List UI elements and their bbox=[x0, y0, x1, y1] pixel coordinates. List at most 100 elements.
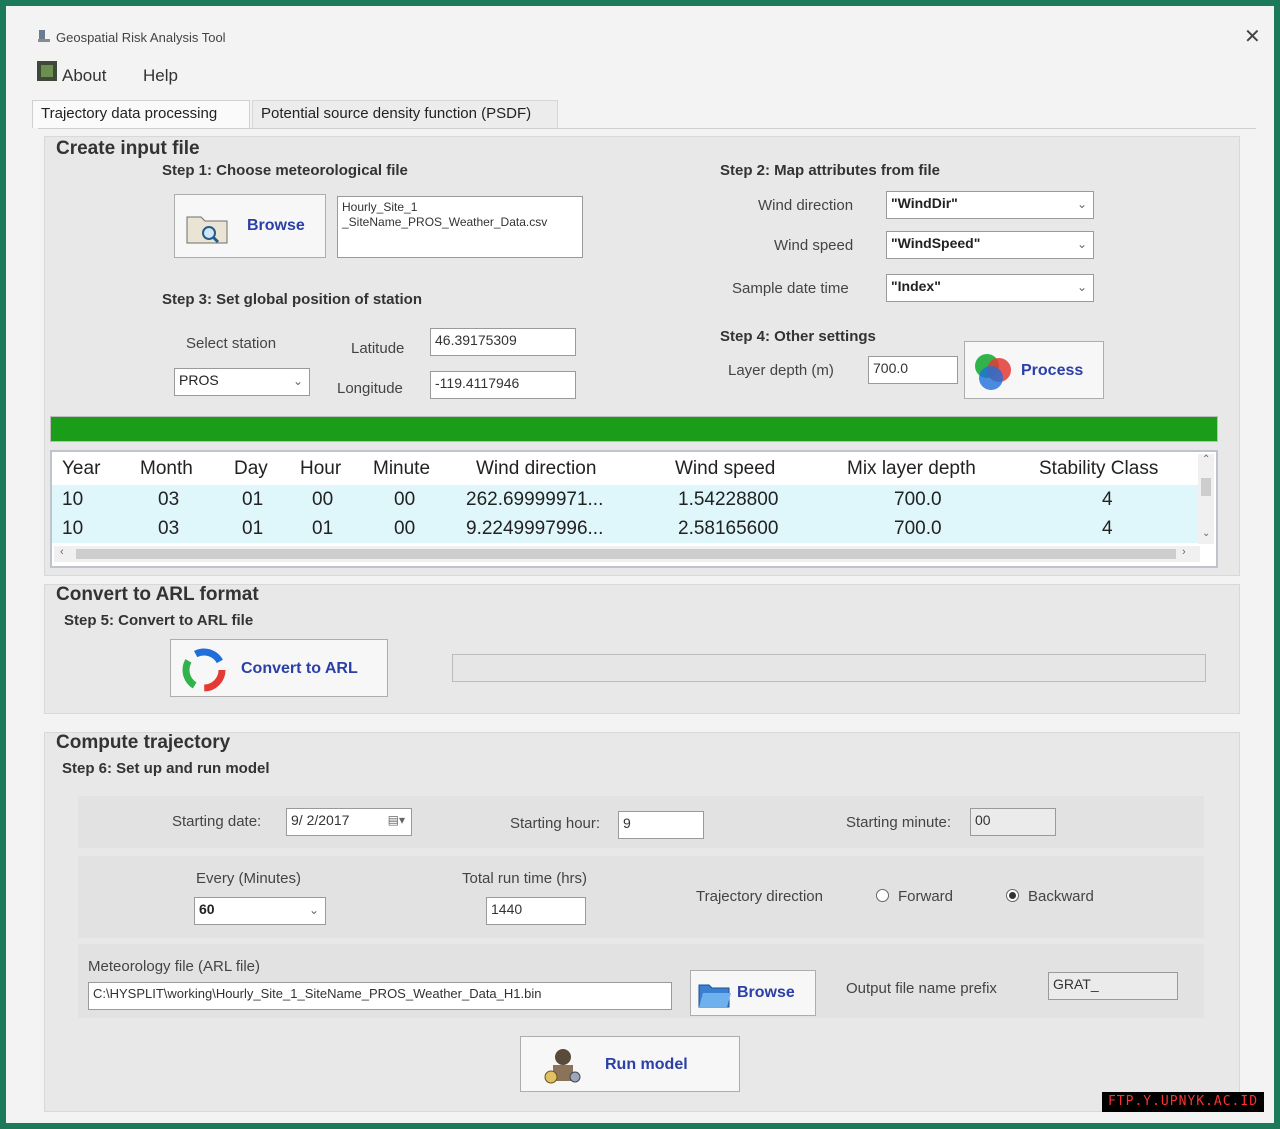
col-wind-direction[interactable]: Wind direction bbox=[476, 458, 596, 480]
cell: 1.54228800 bbox=[678, 489, 779, 510]
col-year[interactable]: Year bbox=[62, 458, 100, 480]
cell: 00 bbox=[394, 489, 416, 510]
cell: 01 bbox=[242, 489, 264, 510]
layer-depth-input[interactable]: 700.0 bbox=[868, 356, 958, 384]
trajectory-direction-label: Trajectory direction bbox=[696, 888, 823, 905]
scroll-right-icon[interactable]: › bbox=[1182, 546, 1186, 558]
create-input-title: Create input file bbox=[56, 138, 200, 159]
col-day[interactable]: Day bbox=[234, 458, 268, 480]
met-arl-input[interactable]: C:\HYSPLIT\working\Hourly_Site_1_SiteNam… bbox=[88, 982, 672, 1010]
start-date-label: Starting date: bbox=[172, 813, 262, 830]
col-wind-speed[interactable]: Wind speed bbox=[675, 458, 775, 480]
grid-vertical-scrollbar[interactable]: ⌃ ⌄ bbox=[1198, 454, 1214, 544]
latitude-input[interactable]: 46.39175309 bbox=[430, 328, 576, 356]
layer-depth-label: Layer depth (m) bbox=[728, 362, 834, 379]
close-icon[interactable]: ✕ bbox=[1244, 24, 1261, 49]
browse-arl-button[interactable]: Browse bbox=[690, 970, 816, 1016]
forward-radio[interactable] bbox=[876, 889, 889, 902]
backward-radio[interactable] bbox=[1006, 889, 1019, 902]
calendar-icon[interactable]: ▤▾ bbox=[388, 813, 405, 827]
scroll-down-icon[interactable]: ⌄ bbox=[1202, 528, 1210, 539]
sample-datetime-select[interactable]: "Index" ⌄ bbox=[886, 274, 1094, 302]
latitude-label: Latitude bbox=[351, 340, 405, 357]
tab-strip-line bbox=[38, 128, 1256, 129]
station-select[interactable]: PROS ⌄ bbox=[174, 368, 310, 396]
wind-direction-select[interactable]: "WindDir" ⌄ bbox=[886, 191, 1094, 219]
met-arl-label: Meteorology file (ARL file) bbox=[88, 958, 261, 975]
chevron-down-icon: ⌄ bbox=[1076, 197, 1087, 211]
step6-title: Step 6: Set up and run model bbox=[62, 760, 270, 777]
arl-progress-bar bbox=[452, 654, 1206, 682]
cell: 00 bbox=[394, 518, 416, 539]
cell: 262.69999971... bbox=[466, 489, 604, 510]
wind-direction-value: "WindDir" bbox=[891, 195, 958, 211]
tab-trajectory[interactable]: Trajectory data processing bbox=[32, 100, 250, 128]
app-icon bbox=[38, 30, 50, 42]
total-run-input[interactable]: 1440 bbox=[486, 897, 586, 925]
scroll-left-icon[interactable]: ‹ bbox=[60, 546, 64, 558]
longitude-label: Longitude bbox=[337, 380, 403, 397]
menu-about[interactable]: About bbox=[62, 66, 106, 86]
scroll-thumb[interactable] bbox=[76, 549, 1176, 559]
convert-arl-button[interactable]: Convert to ARL bbox=[170, 639, 388, 697]
tab-psdf[interactable]: Potential source density function (PSDF) bbox=[252, 100, 558, 128]
chevron-down-icon: ⌄ bbox=[1076, 237, 1087, 251]
menu-help[interactable]: Help bbox=[143, 66, 178, 86]
watermark-label: FTP.Y.UPNYK.AC.ID bbox=[1102, 1092, 1264, 1112]
select-station-label: Select station bbox=[186, 335, 277, 352]
output-prefix-input[interactable]: GRAT_ bbox=[1048, 972, 1178, 1000]
met-file-path[interactable]: Hourly_Site_1 _SiteName_PROS_Weather_Dat… bbox=[337, 196, 583, 258]
every-minutes-select[interactable]: 60 ⌄ bbox=[194, 897, 326, 925]
col-hour[interactable]: Hour bbox=[300, 458, 341, 480]
wind-direction-label: Wind direction bbox=[758, 197, 854, 214]
start-minute-label: Starting minute: bbox=[846, 814, 952, 831]
col-month[interactable]: Month bbox=[140, 458, 193, 480]
table-row[interactable]: 10 03 01 00 00 262.69999971... 1.5422880… bbox=[52, 485, 1198, 514]
step4-title: Step 4: Other settings bbox=[720, 328, 876, 345]
col-minute[interactable]: Minute bbox=[373, 458, 430, 480]
start-minute-input[interactable]: 00 bbox=[970, 808, 1056, 836]
longitude-input[interactable]: -119.4117946 bbox=[430, 371, 576, 399]
cell: 00 bbox=[312, 489, 334, 510]
step3-title: Step 3: Set global position of station bbox=[162, 291, 423, 308]
backward-label[interactable]: Backward bbox=[1028, 888, 1094, 905]
every-minutes-label: Every (Minutes) bbox=[196, 870, 302, 887]
start-date-picker[interactable]: 9/ 2/2017 ▤▾ bbox=[286, 808, 412, 836]
grid-horizontal-scrollbar[interactable]: ‹ › bbox=[54, 546, 1200, 562]
process-button[interactable]: Process bbox=[964, 341, 1104, 399]
step1-title: Step 1: Choose meteorological file bbox=[162, 162, 408, 179]
start-hour-input[interactable]: 9 bbox=[618, 811, 704, 839]
wind-speed-value: "WindSpeed" bbox=[891, 235, 981, 251]
browse-met-button[interactable]: Browse bbox=[174, 194, 326, 258]
col-stability-class[interactable]: Stability Class bbox=[1039, 458, 1158, 480]
cell: 10 bbox=[62, 489, 84, 510]
cell: 9.2249997996... bbox=[466, 518, 604, 539]
cell: 700.0 bbox=[894, 489, 942, 510]
process-progress-fill bbox=[51, 417, 1217, 441]
run-model-button[interactable]: Run model bbox=[520, 1036, 740, 1092]
data-grid[interactable]: Year Month Day Hour Minute Wind directio… bbox=[50, 450, 1218, 568]
wind-speed-select[interactable]: "WindSpeed" ⌄ bbox=[886, 231, 1094, 259]
grid-header: Year Month Day Hour Minute Wind directio… bbox=[52, 454, 1198, 484]
cell: 4 bbox=[1102, 518, 1113, 539]
cell: 2.58165600 bbox=[678, 518, 779, 539]
scroll-up-icon[interactable]: ⌃ bbox=[1202, 454, 1210, 465]
run-model-label: Run model bbox=[605, 1056, 688, 1073]
about-icon bbox=[37, 61, 57, 81]
scroll-thumb[interactable] bbox=[1201, 478, 1211, 496]
cell: 4 bbox=[1102, 489, 1113, 510]
cell: 03 bbox=[158, 518, 180, 539]
col-mix-layer-depth[interactable]: Mix layer depth bbox=[847, 458, 976, 480]
total-run-label: Total run time (hrs) bbox=[462, 870, 588, 887]
table-row[interactable]: 10 03 01 01 00 9.2249997996... 2.5816560… bbox=[52, 514, 1198, 543]
forward-label[interactable]: Forward bbox=[898, 888, 953, 905]
window-title: Geospatial Risk Analysis Tool bbox=[56, 30, 226, 45]
cell: 01 bbox=[242, 518, 264, 539]
convert-icon bbox=[182, 648, 226, 692]
cell: 01 bbox=[312, 518, 334, 539]
folder-icon bbox=[698, 984, 731, 1008]
process-progress-bar bbox=[50, 416, 1218, 442]
output-prefix-label: Output file name prefix bbox=[846, 980, 997, 997]
cell: 700.0 bbox=[894, 518, 942, 539]
arl-title: Convert to ARL format bbox=[56, 584, 259, 605]
